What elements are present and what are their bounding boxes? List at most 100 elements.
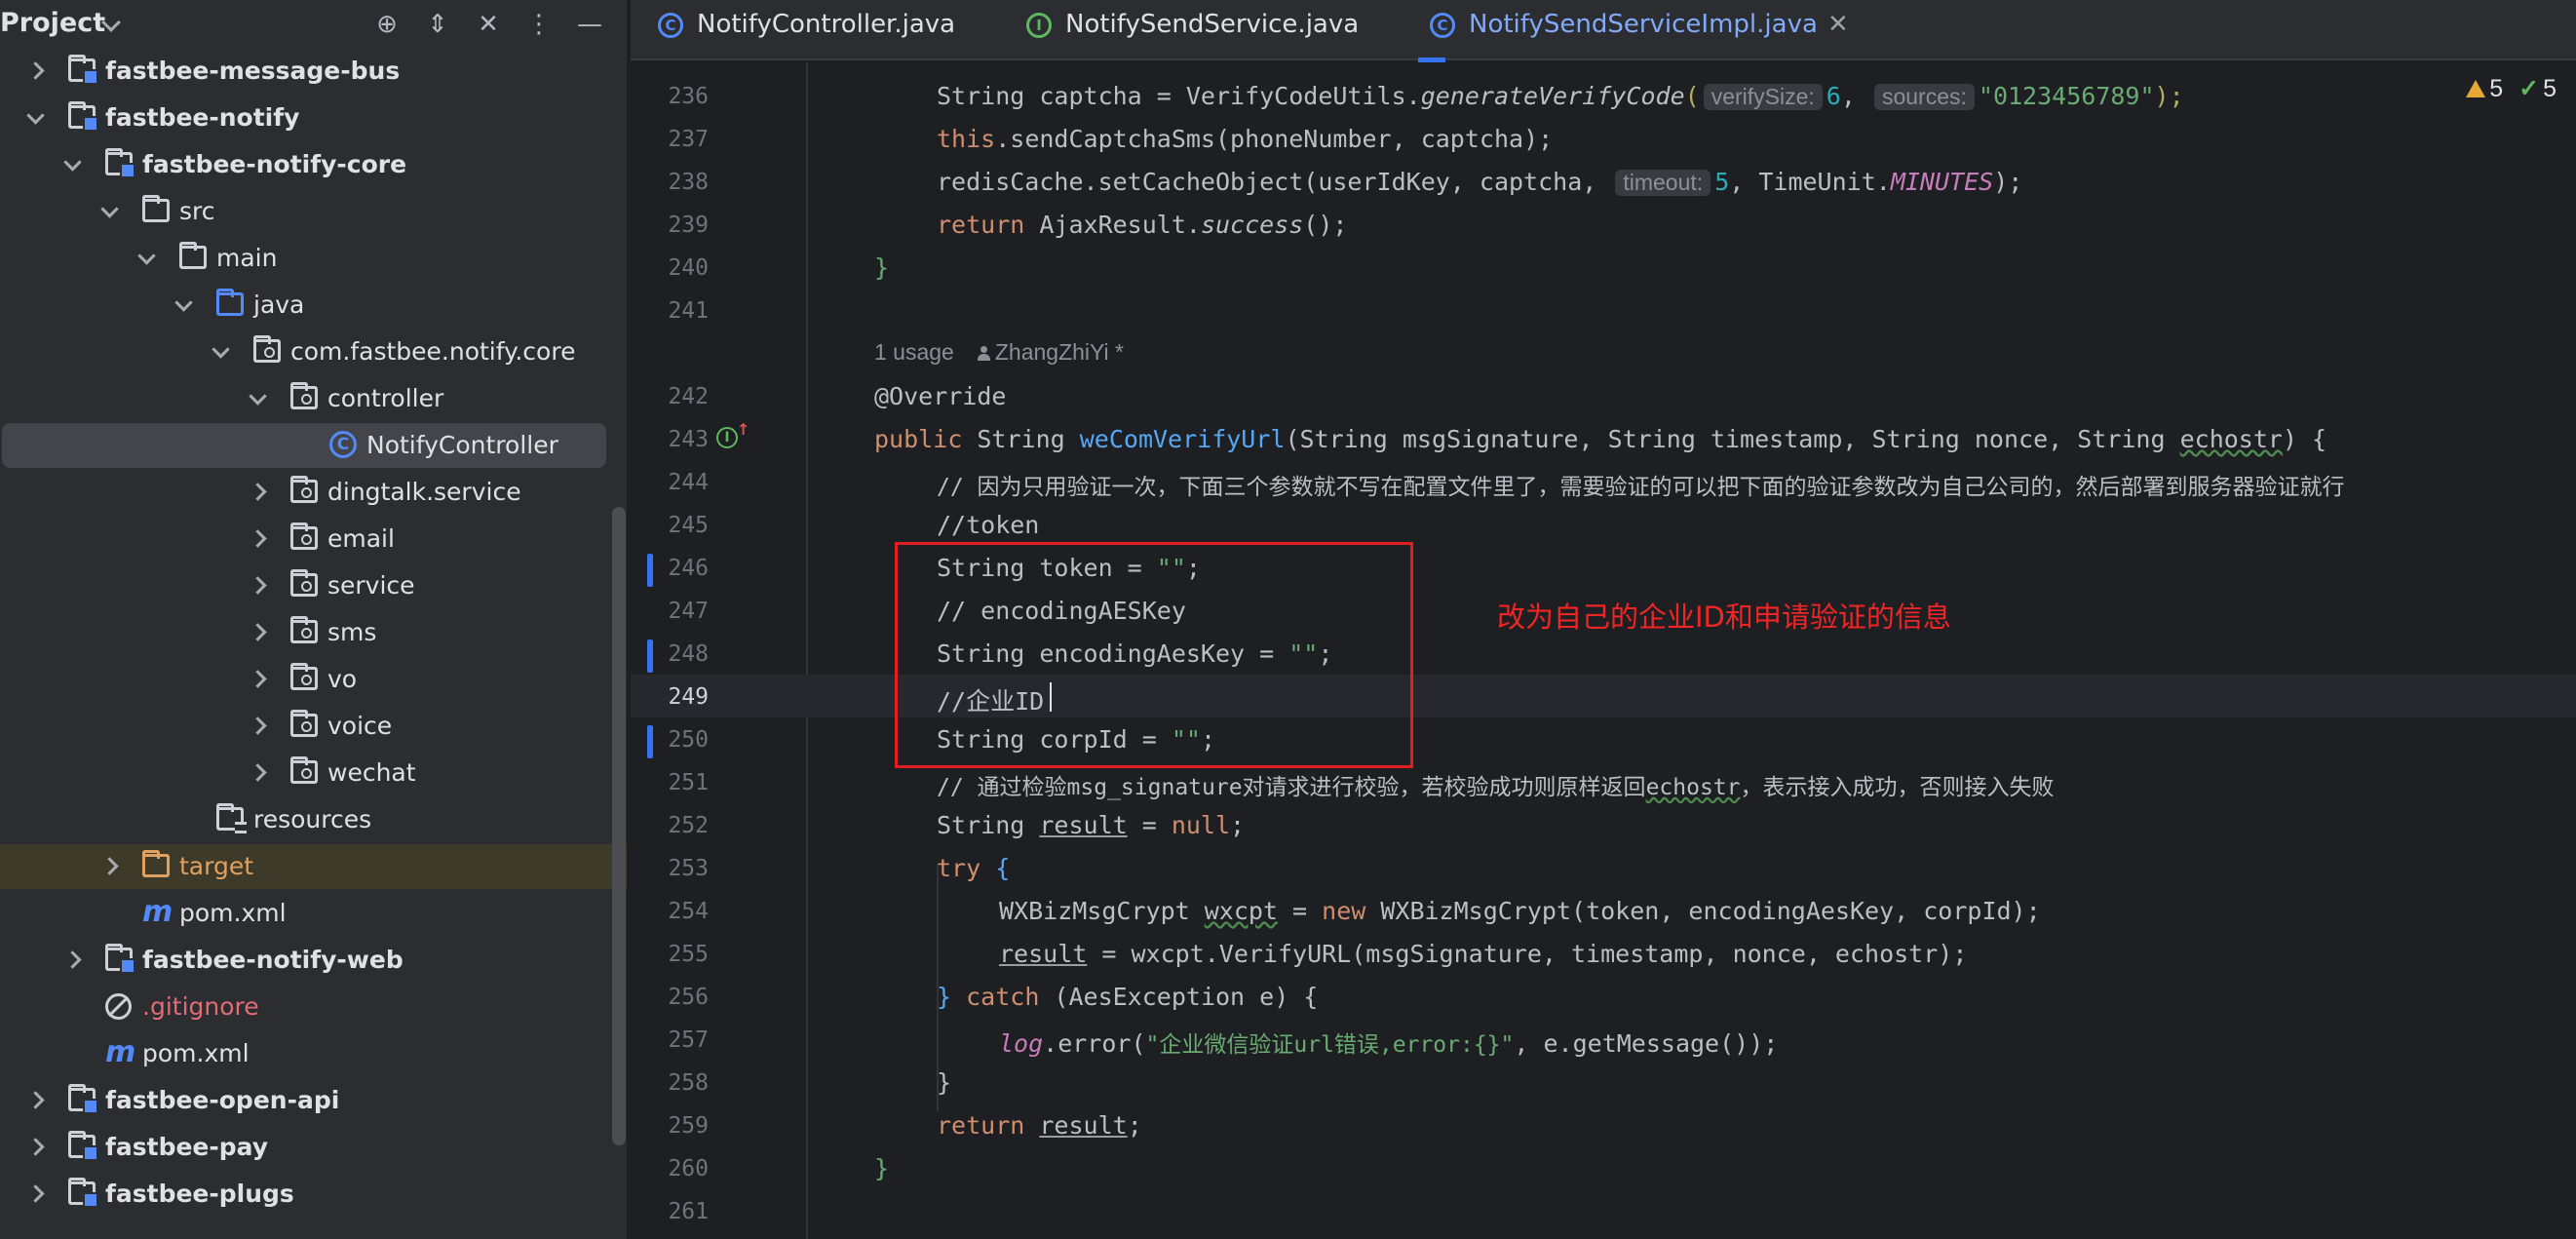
tree-item-main[interactable]: main (0, 236, 614, 281)
code-text: public (874, 425, 963, 453)
code-line-252[interactable]: 252 String result = null; (631, 803, 2576, 846)
tree-item-label: controller (327, 384, 444, 412)
chevron-down-icon[interactable] (211, 340, 230, 359)
code-line-256[interactable]: 256 } catch (AesException e) { (631, 975, 2576, 1018)
tree-item-label: fastbee-plugs (105, 1180, 294, 1208)
chevron-right-icon[interactable] (26, 1184, 45, 1203)
tree-item-fastbee-plugs[interactable]: fastbee-plugs (0, 1172, 614, 1217)
usage-count[interactable]: 1 usage (874, 339, 954, 365)
tree-item-label: .gitignore (142, 992, 259, 1021)
tree-item-pom-xml[interactable]: m pom.xml (0, 1031, 614, 1076)
tree-item-fastbee-notify-web[interactable]: fastbee-notify-web (0, 938, 614, 983)
chevron-down-icon[interactable] (249, 387, 267, 406)
code-line-241[interactable]: 241 (631, 289, 2576, 331)
annotation-text: 改为自己的企业ID和申请验证的信息 (1497, 600, 1951, 634)
chevron-right-icon[interactable] (26, 61, 45, 80)
tree-item-vo[interactable]: vo (0, 657, 614, 702)
code-line-257[interactable]: 257 log.error("企业微信验证url错误,error:{}", e.… (631, 1018, 2576, 1061)
code-line-258[interactable]: 258 } (631, 1061, 2576, 1103)
tree-item-target[interactable]: target (0, 844, 627, 889)
chevron-down-icon[interactable] (26, 106, 45, 125)
code-line-259[interactable]: 259 return result; (631, 1103, 2576, 1146)
chevron-right-icon[interactable] (100, 857, 119, 875)
tree-item-fastbee-notify[interactable]: fastbee-notify (0, 96, 614, 140)
code-line-242[interactable]: 242 @Override (631, 374, 2576, 417)
tree-item-src[interactable]: src (0, 189, 614, 234)
project-tree-scrollbar[interactable] (612, 507, 626, 1145)
tree-item-wechat[interactable]: wechat (0, 751, 614, 795)
line-number: 249 (668, 684, 709, 710)
implements-method-icon[interactable]: I (716, 421, 750, 448)
expand-all-icon[interactable]: ⇕ (421, 8, 454, 41)
tree-item-sms[interactable]: sms (0, 610, 614, 655)
line-number: 248 (668, 641, 709, 667)
code-line-236[interactable]: 236 String captcha = VerifyCodeUtils.gen… (631, 74, 2576, 117)
close-tab-icon[interactable]: ✕ (1827, 10, 1849, 39)
tree-item-java[interactable]: java (0, 283, 614, 328)
hide-panel-icon[interactable]: — (573, 8, 606, 41)
line-number: 242 (668, 384, 709, 409)
chevron-right-icon[interactable] (249, 763, 267, 782)
module-folder-icon (68, 1084, 98, 1114)
tree-item-notifycontroller[interactable]: C NotifyController (2, 423, 606, 468)
line-number: 239 (668, 213, 709, 238)
chevron-right-icon[interactable] (249, 623, 267, 641)
folder-icon (179, 242, 207, 269)
tree-item-controller[interactable]: controller (0, 376, 614, 421)
chevron-right-icon[interactable] (249, 529, 267, 548)
more-options-icon[interactable]: ⋮ (522, 8, 556, 41)
chevron-right-icon[interactable] (249, 483, 267, 501)
code-line-254[interactable]: 254 WXBizMsgCrypt wxcpt = new WXBizMsgCr… (631, 889, 2576, 932)
tree-item-fastbee-open-api[interactable]: fastbee-open-api (0, 1078, 614, 1123)
chevron-right-icon[interactable] (249, 576, 267, 595)
line-number: 241 (668, 298, 709, 324)
code-line-244[interactable]: 244 // 因为只用验证一次，下面三个参数就不写在配置文件里了，需要验证的可以… (631, 460, 2576, 503)
tree-item-com-fastbee-notify-core[interactable]: com.fastbee.notify.core (0, 329, 614, 374)
project-panel-header: Project ⊕ ⇕ ✕ ⋮ — (0, 0, 627, 49)
project-view-selector[interactable]: Project (0, 8, 105, 38)
tree-item-label: service (327, 571, 415, 600)
chevron-right-icon[interactable] (26, 1091, 45, 1109)
code-text: { (980, 854, 1011, 882)
code-line-253[interactable]: 253 try { (631, 846, 2576, 889)
code-vision-hint[interactable]: 1 usage ZhangZhiYi * (874, 339, 1124, 366)
tree-item-voice[interactable]: voice (0, 704, 614, 749)
code-line-260[interactable]: 260 } (631, 1146, 2576, 1189)
code-line-255[interactable]: 255 result = wxcpt.VerifyURL(msgSignatur… (631, 932, 2576, 975)
tree-item-fastbee-notify-core[interactable]: fastbee-notify-core (0, 142, 614, 187)
code-line-239[interactable]: 239 return AjaxResult.success(); (631, 203, 2576, 246)
chevron-right-icon[interactable] (249, 716, 267, 735)
tree-item-fastbee-pay[interactable]: fastbee-pay (0, 1125, 614, 1170)
tree-item-service[interactable]: service (0, 563, 614, 608)
tree-item-resources[interactable]: resources (0, 797, 614, 842)
code-line-237[interactable]: 237 this.sendCaptchaSms(phoneNumber, cap… (631, 117, 2576, 160)
code-line-238[interactable]: 238 redisCache.setCacheObject(userIdKey,… (631, 160, 2576, 203)
code-line-245[interactable]: 245 //token (631, 503, 2576, 546)
package-icon (290, 710, 318, 737)
code-text: "0123456789" (1978, 82, 2155, 110)
tree-item-pom-xml[interactable]: m pom.xml (0, 891, 614, 936)
tree-item-label: java (253, 290, 305, 319)
code-line-243[interactable]: 243 I public String weComVerifyUrl(Strin… (631, 417, 2576, 460)
chevron-right-icon[interactable] (63, 950, 82, 969)
param-hint: timeout: (1615, 170, 1711, 196)
chevron-down-icon[interactable] (174, 293, 193, 312)
tree-item-gitignore[interactable]: .gitignore (0, 985, 614, 1029)
chevron-down-icon[interactable] (63, 153, 82, 172)
collapse-all-icon[interactable]: ✕ (472, 8, 505, 41)
tree-item-fastbee-message-bus[interactable]: fastbee-message-bus (0, 49, 614, 94)
chevron-down-icon[interactable] (137, 247, 156, 265)
tree-item-label: email (327, 524, 395, 553)
chevron-down-icon[interactable] (100, 200, 119, 218)
chevron-right-icon[interactable] (26, 1138, 45, 1156)
code-text: new (1322, 897, 1366, 925)
code-line-240[interactable]: 240 } (631, 246, 2576, 289)
code-line-261[interactable]: 261 (631, 1189, 2576, 1232)
tree-item-dingtalk-service[interactable]: dingtalk.service (0, 470, 614, 515)
tree-item-email[interactable]: email (0, 517, 614, 561)
code-text: @Override (874, 382, 1007, 410)
locate-file-icon[interactable]: ⊕ (370, 8, 404, 41)
code-text: catch (966, 983, 1040, 1011)
code-text: } (937, 1068, 952, 1097)
chevron-right-icon[interactable] (249, 670, 267, 688)
